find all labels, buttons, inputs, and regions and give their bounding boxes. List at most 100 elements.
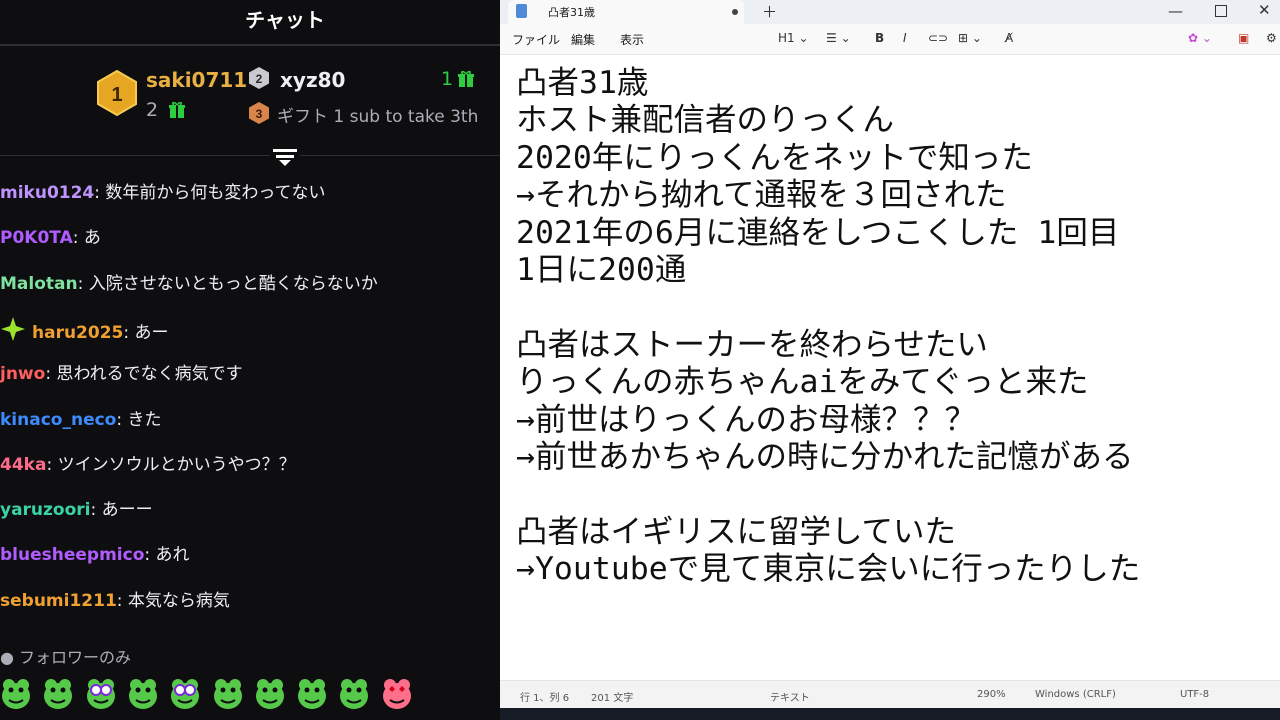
text-line: ホスト兼配信者のりっくん <box>516 102 895 138</box>
settings-button[interactable]: ⚙ <box>1266 31 1277 45</box>
heart-eyes-frog-emote[interactable] <box>381 676 413 710</box>
chat-message: bluesheepmico: あれ <box>0 542 190 568</box>
leader2-gift-count: 1 <box>441 68 454 90</box>
chat-message: yaruzoori: あーー <box>0 497 153 523</box>
chat-username[interactable]: jnwo <box>0 364 45 384</box>
gift-icon <box>168 101 186 123</box>
dizzy-frog-emote[interactable] <box>85 676 117 710</box>
list-dropdown[interactable]: ☰ ⌄ <box>826 31 851 45</box>
chevron-down-icon: ⌄ <box>840 31 851 45</box>
chat-message-text: あれ <box>155 545 190 565</box>
chat-message: kinaco_neco: きた <box>0 407 162 433</box>
chat-message: jnwo: 思われるでなく病気です <box>0 361 243 387</box>
rank1-number: 1 <box>111 84 122 106</box>
chat-message: haru2025: あー <box>0 316 169 343</box>
copilot-icon: ✿ <box>1188 31 1199 45</box>
desktop-strip <box>500 708 1280 720</box>
chat-username[interactable]: miku0124 <box>0 183 94 203</box>
minimize-button[interactable]: — <box>1168 2 1183 20</box>
copilot-button[interactable]: ✿ ⌄ <box>1188 31 1212 45</box>
angry-frog-emote[interactable] <box>42 676 74 710</box>
shy-frog-emote[interactable] <box>296 676 328 710</box>
leader2-username[interactable]: xyz80 <box>280 68 345 92</box>
text-line: りっくんの赤ちゃんaiをみてぐっと来た <box>516 364 1089 400</box>
message-separator: : <box>45 364 57 384</box>
character-count: 201 文字 <box>591 693 634 704</box>
chat-message: sebumi1211: 本気なら病気 <box>0 588 230 614</box>
chat-message-text: ツインソウルとかいうやつ？？ <box>57 455 296 475</box>
message-separator: : <box>94 183 106 203</box>
list-icon: ☰ <box>826 31 837 45</box>
text-line: 2021年の6月に連絡をしつこくした 1回目 <box>516 215 1120 251</box>
chat-username[interactable]: bluesheepmico <box>0 545 144 565</box>
heading-dropdown[interactable]: H1 ⌄ <box>778 31 809 45</box>
emote-bar <box>0 676 500 716</box>
unsaved-dot-icon[interactable] <box>732 9 738 15</box>
leader1-username[interactable]: saki0711 <box>146 68 247 92</box>
chat-username[interactable]: P0K0TA <box>0 228 73 248</box>
menu-edit[interactable]: 編集 <box>571 31 595 48</box>
menu-file[interactable]: ファイル <box>512 31 560 48</box>
chat-username[interactable]: haru2025 <box>32 323 123 343</box>
extension-icon[interactable]: ▣ <box>1238 31 1249 45</box>
chat-username[interactable]: sebumi1211 <box>0 591 117 611</box>
table-dropdown[interactable]: ⊞ ⌄ <box>958 31 982 45</box>
chat-username[interactable]: 44ka <box>0 455 46 475</box>
heading-label: H1 <box>778 31 795 45</box>
collapse-icon <box>273 149 297 166</box>
smiling-frog-emote[interactable] <box>212 676 244 710</box>
chat-username[interactable]: kinaco_neco <box>0 410 116 430</box>
document-tab[interactable]: 凸者31歳 <box>508 0 744 24</box>
link-button[interactable]: ⊂⊃ <box>928 31 948 45</box>
bold-icon: B <box>875 31 885 45</box>
chat-panel: チャット 1 saki0711 2 2 xyz80 1 3 ギフト 1 sub … <box>0 0 500 720</box>
laughing-frog-emote[interactable] <box>127 676 159 710</box>
link-icon: ⊂⊃ <box>928 31 949 45</box>
chat-message-text: あー <box>134 323 169 343</box>
text-line: 凸者31歳 <box>516 65 649 101</box>
text-line: →Youtubeで見て東京に会いに行ったりした <box>516 551 1141 587</box>
text-editor[interactable]: 凸者31歳 ホスト兼配信者のりっくん 2020年にりっくんをネットで知った →それから… <box>500 55 1280 675</box>
chat-message-text: あーー <box>101 500 153 520</box>
encoding[interactable]: UTF-8 <box>1180 689 1209 700</box>
rank2-number: 2 <box>256 72 263 86</box>
chevron-down-icon: ⌄ <box>798 31 809 45</box>
message-separator: : <box>90 500 102 520</box>
text-line: 凸者はイギリスに留学していた <box>516 514 957 550</box>
chat-message: miku0124: 数年前から何も変わってない <box>0 180 326 206</box>
grinning-frog-emote[interactable] <box>254 676 286 710</box>
chat-message-text: きた <box>127 410 162 430</box>
chat-username[interactable]: yaruzoori <box>0 500 91 520</box>
expand-leaderboard-button[interactable] <box>270 145 300 169</box>
new-tab-button[interactable]: ＋ <box>762 1 777 22</box>
smug-frog-emote[interactable] <box>338 676 370 710</box>
menu-bar: ファイル 編集 表示 H1 ⌄ ☰ ⌄ B I ⊂⊃ ⊞ ⌄ A̸ ✿ ⌄ ▣ … <box>500 24 1280 55</box>
italic-button[interactable]: I <box>903 31 907 45</box>
bold-button[interactable]: B <box>875 31 884 45</box>
gift-sub-cta[interactable]: ギフト 1 sub to take 3th <box>277 102 478 127</box>
table-icon: ⊞ <box>958 31 969 45</box>
status-bar: 行 1、列 6 201 文字 テキスト 290% Windows (CRLF) … <box>500 680 1280 708</box>
chat-message-text: あ <box>83 228 101 248</box>
crying-frog-emote[interactable] <box>169 676 201 710</box>
chat-username[interactable]: Malotan <box>0 274 78 294</box>
followers-only-label: フォロワーのみ <box>19 648 132 667</box>
chat-message: 44ka: ツインソウルとかいうやつ？？ <box>0 452 296 478</box>
maximize-button[interactable] <box>1215 5 1227 17</box>
chat-message-text: 数年前から何も変わってない <box>105 183 326 203</box>
message-separator: : <box>46 455 58 475</box>
close-button[interactable]: ✕ <box>1258 1 1271 19</box>
chat-message-text: 思われるでなく病気です <box>56 364 243 384</box>
notepad-file-icon <box>516 4 527 18</box>
clear-format-button[interactable]: A̸ <box>1005 31 1013 45</box>
frog-emote[interactable] <box>0 676 32 710</box>
line-ending[interactable]: Windows (CRLF) <box>1035 689 1116 700</box>
bronze-rank-badge: 3 <box>248 101 270 125</box>
text-line: 1日に200通 <box>516 252 687 288</box>
message-separator: : <box>116 410 128 430</box>
followers-only-indicator: ● フォロワーのみ <box>0 644 131 668</box>
zoom-level[interactable]: 290% <box>977 689 1006 700</box>
text-line: →それから拗れて通報を３回された <box>516 177 1007 213</box>
chat-message: Malotan: 入院させないともっと酷くならないか <box>0 271 378 297</box>
menu-view[interactable]: 表示 <box>620 31 644 48</box>
